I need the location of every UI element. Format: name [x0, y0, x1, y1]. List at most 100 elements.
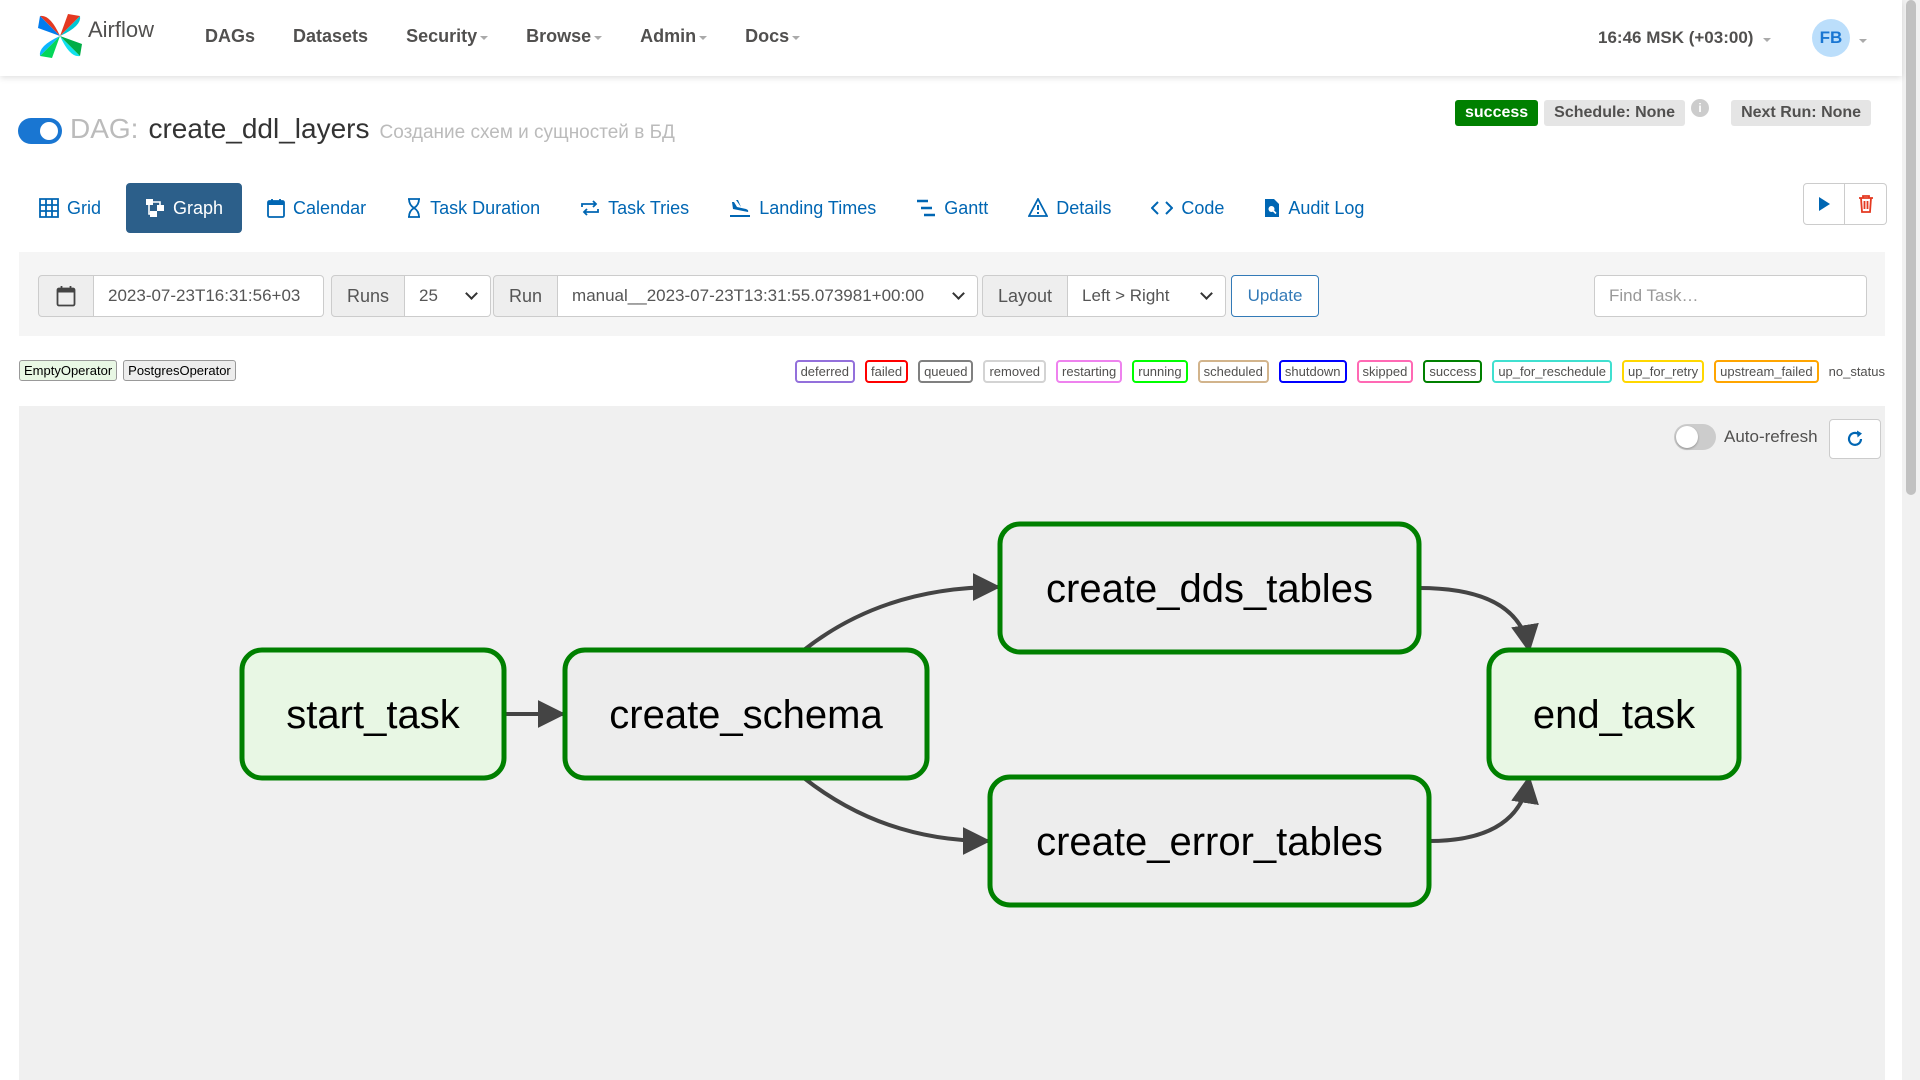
runs-select[interactable]: 25 [405, 275, 492, 317]
brand-link[interactable]: Airflow [36, 12, 154, 60]
tab-label: Graph [173, 197, 224, 218]
nav-datasets[interactable]: Datasets [293, 26, 368, 47]
nav-label: Security [406, 26, 478, 46]
state-legend-item[interactable]: success [1423, 360, 1483, 383]
auto-refresh-control[interactable]: Auto-refresh [1674, 424, 1818, 450]
task-node-label: end_task [1533, 693, 1696, 737]
tab-label: Code [1181, 197, 1225, 218]
find-task-input[interactable]: Find Task… [1594, 275, 1867, 317]
nav-browse[interactable]: Browse [526, 26, 603, 47]
dag-description: Создание схем и сущностей в БД [379, 122, 675, 143]
nav-docs[interactable]: Docs [745, 26, 801, 47]
state-legend-item[interactable]: upstream_failed [1714, 360, 1819, 383]
update-button[interactable]: Update [1231, 275, 1319, 317]
nav-admin[interactable]: Admin [640, 26, 708, 47]
schedule-label: Schedule: None [1544, 100, 1686, 126]
page-scrollbar-thumb[interactable] [1906, 0, 1916, 495]
delete-dag-button[interactable] [1845, 183, 1887, 225]
state-legend-item[interactable]: restarting [1056, 360, 1123, 383]
main-nav: DAGs Datasets Security Browse Admin Docs [205, 26, 838, 47]
edge-create_dds_tables-to-end_task [1418, 586, 1539, 653]
state-legend-item[interactable]: up_for_reschedule [1492, 360, 1613, 383]
dag-pause-toggle[interactable] [18, 118, 62, 144]
tab-label: Audit Log [1288, 197, 1365, 218]
task-node-create_error_tables[interactable]: create_error_tables [987, 774, 1432, 908]
state-legend-item[interactable]: deferred [794, 360, 855, 383]
task-node-create_schema[interactable]: create_schema [562, 647, 930, 781]
graph-canvas[interactable]: start_task create_schema create_dds_tables… [19, 406, 1885, 1080]
state-legend-item[interactable]: scheduled [1197, 360, 1269, 383]
dag-info-labels: success Schedule: None i Next Run: None [1455, 99, 1877, 126]
tab-audit-log[interactable]: Audit Log [1249, 183, 1379, 233]
nav-label: Docs [745, 26, 790, 46]
task-node-start_task[interactable]: start_task [239, 647, 507, 781]
state-legend-item[interactable]: running [1132, 360, 1188, 383]
user-initials: FB [1819, 28, 1843, 47]
tab-label: Details [1056, 197, 1112, 218]
dag-status-badge: success [1455, 100, 1539, 126]
tab-landing-times[interactable]: Landing Times [714, 183, 891, 233]
graph-nodes: start_task create_schema create_dds_tables… [239, 521, 1742, 908]
dag-header: DAG: create_ddl_layers Создание схем и с… [18, 112, 675, 145]
task-node-label: create_schema [609, 693, 883, 737]
dag-graph[interactable]: start_task create_schema create_dds_tables… [19, 406, 1885, 1080]
layout-value: Left > Right [1082, 286, 1170, 305]
tab-task-duration[interactable]: Task Duration [391, 183, 555, 233]
refresh-button[interactable] [1829, 419, 1881, 459]
grid-icon [39, 198, 59, 218]
graph-icon [145, 198, 165, 218]
auto-refresh-label: Auto-refresh [1724, 427, 1818, 446]
tab-graph[interactable]: Graph [126, 183, 243, 233]
brand-name: Airflow [88, 17, 155, 42]
dag-title: create_ddl_layers [148, 113, 370, 144]
run-label: Run [493, 275, 559, 317]
operator-legend-item[interactable]: PostgresOperator [123, 360, 236, 381]
next-run-label: Next Run: None [1731, 100, 1872, 126]
tab-details[interactable]: Details [1013, 183, 1126, 233]
task-node-label: create_dds_tables [1046, 567, 1373, 611]
calendar-icon [267, 198, 285, 218]
tab-calendar[interactable]: Calendar [252, 183, 381, 233]
operator-legend: EmptyOperator PostgresOperator [19, 360, 242, 381]
dag-actions [1803, 183, 1887, 225]
state-legend-item[interactable]: skipped [1356, 360, 1414, 383]
tab-label: Grid [67, 197, 102, 218]
clock-text: 16:46 MSK (+03:00) [1598, 28, 1754, 47]
task-node-label: create_error_tables [1036, 820, 1383, 864]
tab-task-tries[interactable]: Task Tries [565, 183, 704, 233]
timezone-clock[interactable]: 16:46 MSK (+03:00) [1598, 28, 1772, 48]
nav-dags[interactable]: DAGs [205, 26, 255, 47]
layout-label: Layout [982, 275, 1069, 317]
tab-code[interactable]: Code [1136, 183, 1239, 233]
state-legend-item[interactable]: up_for_retry [1622, 360, 1705, 383]
run-select[interactable]: manual__2023-07-23T13:31:55.073981+00:00 [558, 275, 979, 317]
state-legend-item[interactable]: no_status [1829, 362, 1885, 381]
trash-icon [1858, 195, 1873, 213]
runs-group: Runs 25 [331, 275, 492, 317]
state-legend-item[interactable]: failed [864, 360, 909, 383]
tab-gantt[interactable]: Gantt [901, 183, 1003, 233]
base-date-input[interactable]: 2023-07-23T16:31:56+03 [94, 275, 324, 317]
landing-icon [729, 198, 751, 218]
auto-refresh-switch[interactable] [1674, 424, 1716, 450]
info-icon[interactable]: i [1691, 99, 1710, 117]
trigger-dag-button[interactable] [1803, 183, 1845, 225]
state-legend-item[interactable]: queued [918, 360, 974, 383]
tab-grid[interactable]: Grid [24, 183, 116, 233]
layout-group: Layout Left > Right [982, 275, 1227, 317]
chevron-down-icon[interactable] [1859, 39, 1867, 43]
task-node-end_task[interactable]: end_task [1486, 647, 1742, 781]
state-legend-item[interactable]: shutdown [1278, 360, 1347, 383]
user-avatar[interactable]: FB [1812, 19, 1850, 57]
tab-label: Task Duration [430, 197, 541, 218]
repeat-icon [580, 198, 600, 218]
state-legend-item[interactable]: removed [983, 360, 1047, 383]
chevron-down-icon [792, 36, 801, 40]
layout-select[interactable]: Left > Right [1068, 275, 1227, 317]
operator-legend-item[interactable]: EmptyOperator [19, 360, 118, 381]
nav-security[interactable]: Security [406, 26, 489, 47]
top-navbar: Airflow DAGs Datasets Security Browse Ad… [0, 0, 1902, 76]
calendar-picker-button[interactable] [38, 275, 94, 317]
audit-log-icon [1264, 198, 1280, 218]
task-node-create_dds_tables[interactable]: create_dds_tables [997, 521, 1422, 655]
